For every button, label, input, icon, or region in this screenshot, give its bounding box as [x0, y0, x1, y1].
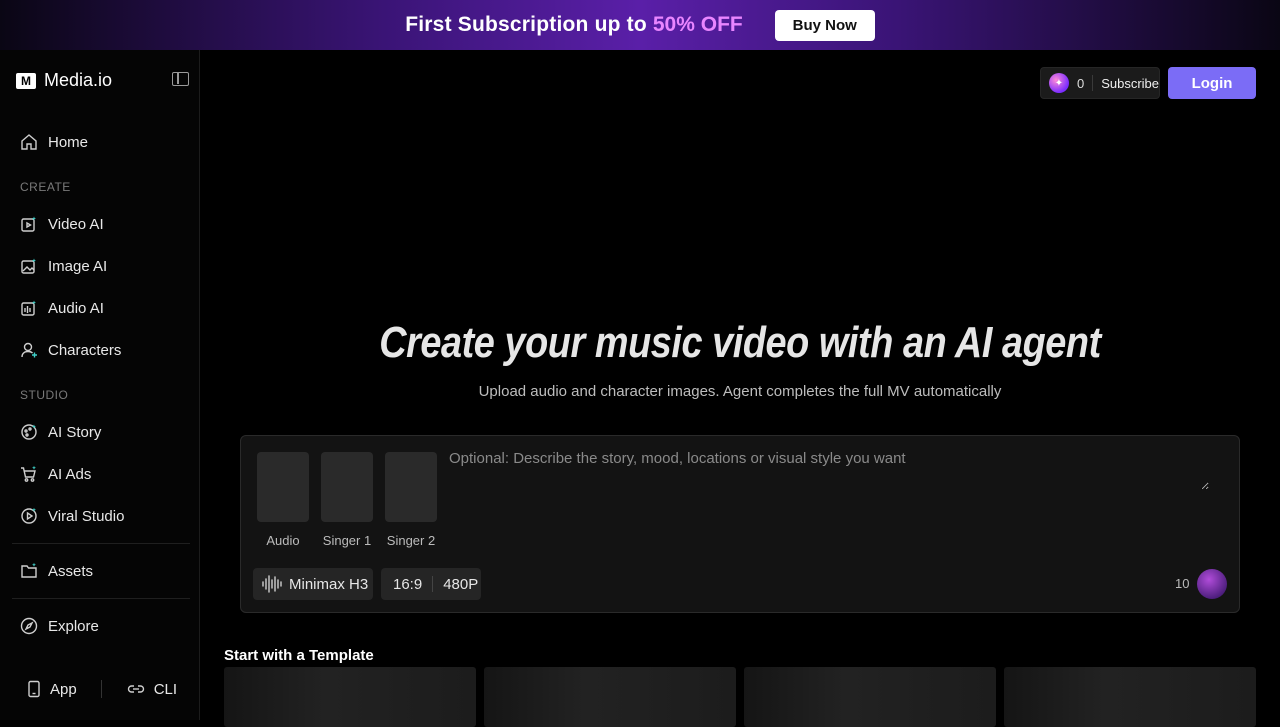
- cli-link[interactable]: CLI: [126, 680, 177, 698]
- login-button[interactable]: Login: [1168, 67, 1256, 99]
- template-card[interactable]: [1004, 667, 1256, 727]
- person-icon: [21, 342, 37, 358]
- sidebar-item-label: Explore: [48, 617, 99, 635]
- ratio-resolution-selector[interactable]: 16:9 480P: [381, 568, 481, 600]
- app-link[interactable]: App: [26, 680, 77, 698]
- singer-2-upload-slot[interactable]: [385, 452, 437, 522]
- sidebar-item-ai-story[interactable]: AI Story: [12, 415, 190, 449]
- prompt-input[interactable]: [449, 450, 1209, 490]
- image-ai-icon: [21, 258, 36, 274]
- bottom-separator: [100, 680, 102, 698]
- video-ai-icon: [21, 216, 36, 232]
- brand-name: Media.io: [44, 70, 113, 90]
- promo-text: First Subscription up to 50% OFF: [405, 13, 743, 36]
- section-label-create: CREATE: [20, 180, 71, 194]
- template-card[interactable]: [744, 667, 996, 727]
- sidebar-item-label: Image AI: [48, 257, 108, 275]
- sidebar-divider: [12, 543, 190, 544]
- sidebar-item-label: AI Story: [48, 423, 102, 441]
- logo[interactable]: M Media.io: [16, 70, 112, 91]
- slot-label-audio: Audio: [266, 533, 300, 548]
- credit-cost: 10: [1175, 576, 1190, 591]
- sidebar-item-characters[interactable]: Characters: [12, 333, 190, 367]
- resolution-label: 480P: [443, 575, 479, 593]
- buy-now-button[interactable]: Buy Now: [774, 9, 875, 41]
- sidebar-item-label: Viral Studio: [48, 507, 125, 525]
- sidebar-item-explore[interactable]: Explore: [12, 609, 190, 643]
- page-title: Create your music video with an AI agent: [379, 318, 1101, 367]
- sidebar-item-label: Video AI: [48, 215, 104, 233]
- play-circle-icon: [21, 507, 37, 524]
- template-section-title: Start with a Template: [224, 647, 374, 664]
- page-subtitle: Upload audio and character images. Agent…: [478, 383, 1002, 400]
- compass-icon: [20, 617, 38, 635]
- subscribe-link[interactable]: Subscribe: [1101, 76, 1159, 91]
- model-selector[interactable]: Minimax H3: [253, 568, 373, 600]
- model-label: Minimax H3: [289, 575, 369, 593]
- phone-icon: [28, 680, 40, 698]
- section-label-studio: STUDIO: [20, 388, 69, 402]
- link-icon: [127, 685, 144, 693]
- logo-mark: M: [16, 72, 36, 89]
- sidebar-item-label: Home: [48, 133, 89, 151]
- cart-icon: [21, 465, 36, 482]
- promo-discount: 50% OFF: [652, 13, 743, 36]
- slot-label-singer-1: Singer 1: [322, 533, 372, 548]
- sidebar-item-assets[interactable]: Assets: [12, 554, 190, 588]
- sidebar-item-home[interactable]: Home: [12, 125, 190, 159]
- app-label: App: [50, 680, 77, 698]
- template-card[interactable]: [484, 667, 736, 727]
- audio-ai-icon: [21, 300, 36, 316]
- sidebar-item-label: AI Ads: [48, 465, 92, 483]
- sidebar-item-viral-studio[interactable]: Viral Studio: [12, 499, 190, 533]
- aspect-ratio-label: 16:9: [393, 575, 423, 593]
- folder-icon: [21, 562, 37, 578]
- credits-separator: [1092, 75, 1094, 91]
- sidebar: M Media.io Home CREATE Video AI Image AI…: [0, 50, 200, 720]
- sidebar-collapse-icon[interactable]: [172, 72, 189, 86]
- promo-banner: First Subscription up to 50% OFF Buy Now: [0, 0, 1280, 50]
- sidebar-item-label: Audio AI: [48, 299, 104, 317]
- cli-label: CLI: [153, 680, 178, 698]
- sidebar-item-video-ai[interactable]: Video AI: [12, 207, 190, 241]
- credits-icon: ✦: [1049, 73, 1069, 93]
- generate-button[interactable]: [1197, 569, 1227, 599]
- credits-box[interactable]: ✦ 0 Subscribe: [1040, 67, 1160, 99]
- waveform-icon: [262, 575, 282, 593]
- sidebar-bottom-bar: App CLI: [12, 672, 190, 706]
- sidebar-item-audio-ai[interactable]: Audio AI: [12, 291, 190, 325]
- sidebar-divider: [12, 598, 190, 599]
- slot-label-singer-2: Singer 2: [386, 533, 436, 548]
- story-icon: [21, 424, 37, 440]
- sidebar-item-ai-ads[interactable]: AI Ads: [12, 457, 190, 491]
- home-icon: [21, 134, 37, 150]
- composer-panel: Audio Singer 1 Singer 2 Minimax H3 16:9 …: [240, 435, 1240, 613]
- sidebar-item-label: Characters: [48, 341, 122, 359]
- credits-count: 0: [1076, 75, 1085, 91]
- sidebar-item-image-ai[interactable]: Image AI: [12, 249, 190, 283]
- audio-upload-slot[interactable]: [257, 452, 309, 522]
- template-card[interactable]: [224, 667, 476, 727]
- singer-1-upload-slot[interactable]: [321, 452, 373, 522]
- sidebar-item-label: Assets: [48, 562, 94, 580]
- ratio-separator: [432, 576, 434, 592]
